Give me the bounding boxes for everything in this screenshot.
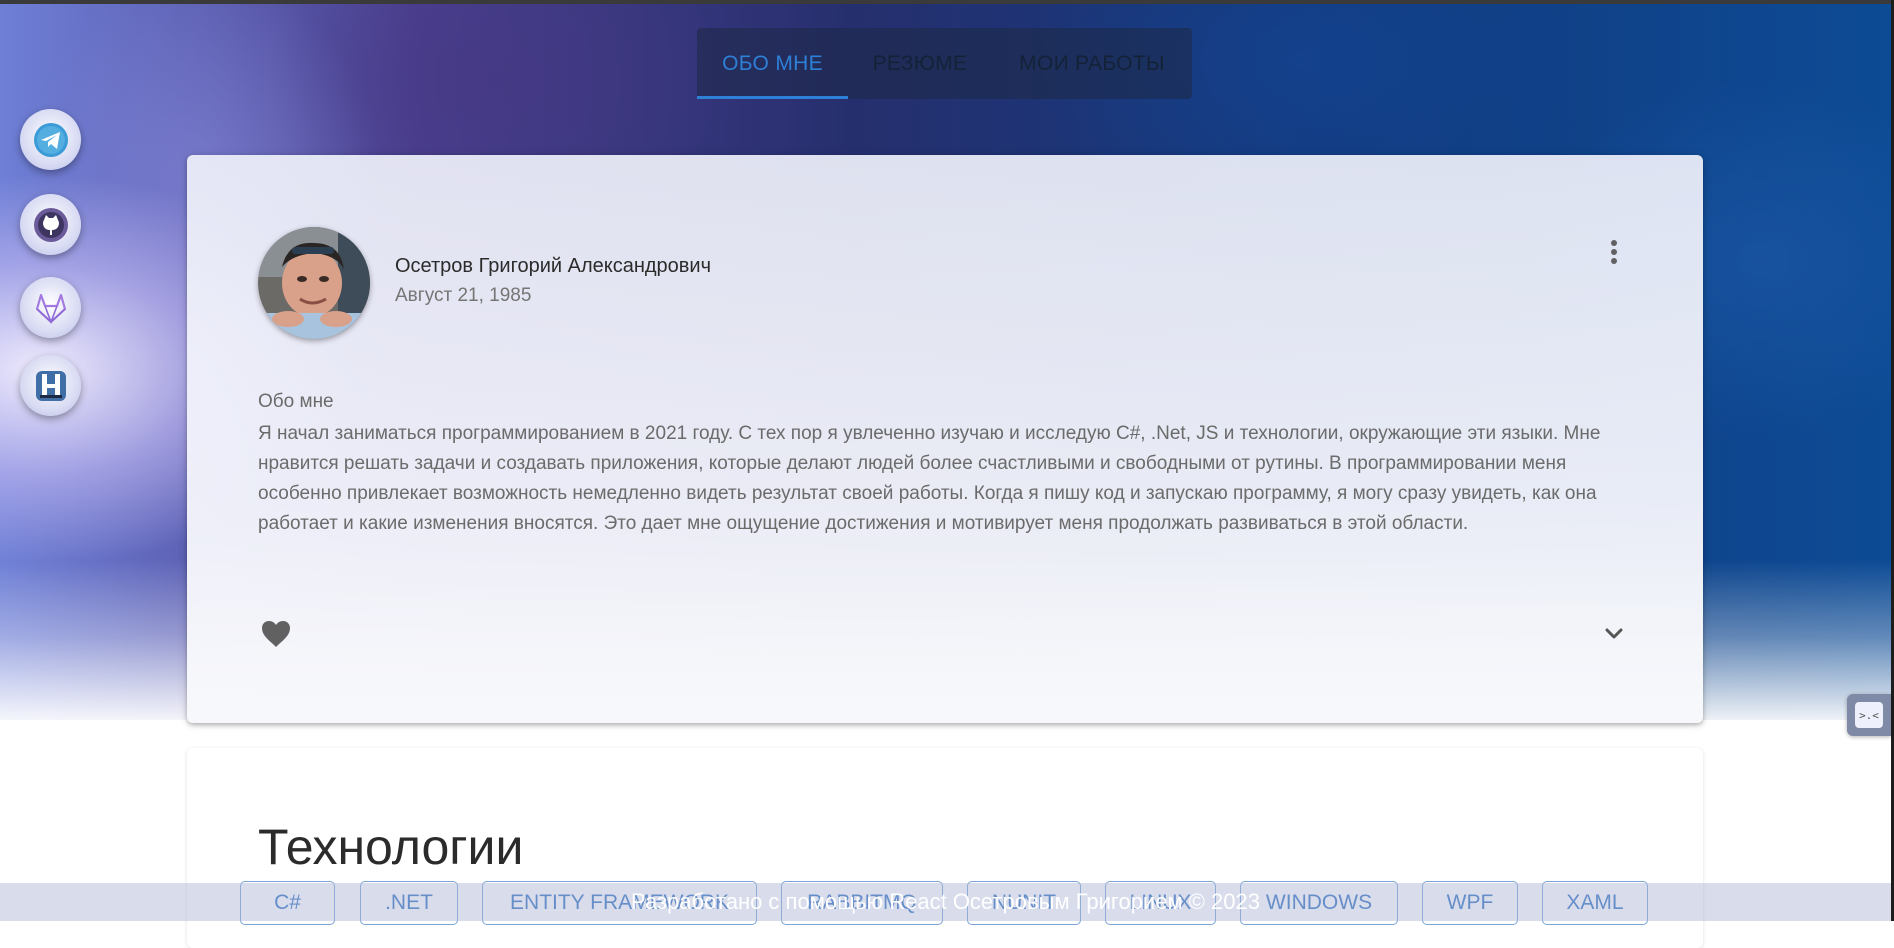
profile-card: Осетров Григорий Александрович Август 21… (187, 155, 1703, 723)
tab-about[interactable]: ОБО МНЕ (697, 28, 848, 99)
avatar (258, 227, 370, 339)
technologies-title: Технологии (258, 819, 524, 875)
side-widget-button[interactable]: >.< (1847, 694, 1891, 736)
profile-birthdate: Август 21, 1985 (395, 285, 532, 306)
profile-name: Осетров Григорий Александрович (395, 255, 712, 277)
hh-link[interactable] (20, 355, 81, 416)
avatar-photo (258, 227, 370, 339)
footer-bar: Разработано с помощью React Осетровым Гр… (0, 883, 1891, 921)
expand-button[interactable] (1597, 617, 1631, 651)
chevron-down-icon (1605, 628, 1623, 639)
tab-my-works[interactable]: МОИ РАБОТЫ (992, 28, 1192, 99)
window-top-border (0, 0, 1894, 4)
telegram-icon (33, 122, 68, 157)
telegram-link[interactable] (20, 109, 81, 170)
favorite-button[interactable] (259, 617, 293, 651)
hh-icon (35, 370, 66, 401)
more-options-button[interactable] (1597, 235, 1631, 269)
about-title: Обо мне (258, 391, 334, 412)
heart-icon (262, 621, 290, 647)
gitlab-icon (35, 293, 66, 324)
widget-face-icon: >.< (1855, 702, 1883, 728)
nav-tabs: ОБО МНЕ РЕЗЮМЕ МОИ РАБОТЫ (697, 28, 1192, 99)
github-link[interactable] (20, 194, 81, 255)
github-icon (33, 207, 68, 242)
more-vert-icon (1611, 240, 1617, 264)
tab-resume[interactable]: РЕЗЮМЕ (848, 28, 992, 99)
about-text: Я начал заниматься программированием в 2… (258, 423, 1601, 534)
gitlab-link[interactable] (20, 277, 81, 338)
footer-text: Разработано с помощью React Осетровым Гр… (631, 889, 1260, 914)
